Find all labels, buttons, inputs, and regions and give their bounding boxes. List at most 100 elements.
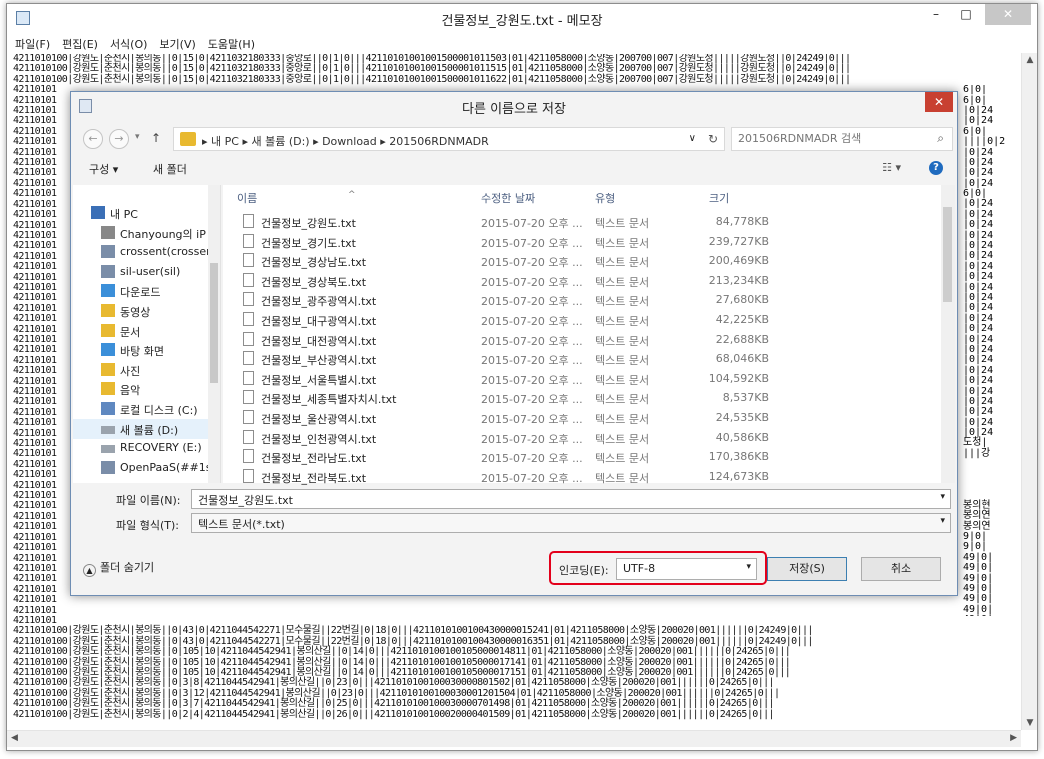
file-row[interactable]: 건물정보_울산광역시.txt 2015-07-20 오후 ... 텍스트 문서 24,… xyxy=(223,408,941,428)
file-size: 27,680KB xyxy=(715,293,769,307)
file-name[interactable]: 건물정보_전라북도.txt xyxy=(261,470,366,486)
file-row[interactable]: 건물정보_강원도.txt 2015-07-20 오후 ... 텍스트 문서 84,77… xyxy=(223,212,941,232)
up-button[interactable]: ↑ xyxy=(151,131,161,145)
nav-item[interactable]: OpenPaaS(##1s xyxy=(73,458,208,478)
nav-item[interactable]: crossent(crossen xyxy=(73,242,208,262)
nav-item[interactable]: 다운로드 xyxy=(73,281,208,301)
nav-item[interactable]: 사진 xyxy=(73,360,208,380)
file-name[interactable]: 건물정보_경상북도.txt xyxy=(261,274,366,290)
file-name[interactable]: 건물정보_부산광역시.txt xyxy=(261,352,376,368)
forward-button[interactable]: → xyxy=(109,129,129,149)
scroll-left-icon[interactable]: ◀ xyxy=(11,733,18,743)
filename-label: 파일 이름(N): xyxy=(116,494,181,507)
vertical-scrollbar[interactable]: ▲ ▼ xyxy=(1021,53,1037,730)
column-name[interactable]: 이름 xyxy=(237,190,257,206)
search-input[interactable] xyxy=(738,132,908,145)
encoding-select[interactable]: UTF-8 ▾ xyxy=(616,558,757,580)
file-name[interactable]: 건물정보_경기도.txt xyxy=(261,235,356,251)
file-date: 2015-07-20 오후 ... xyxy=(481,236,583,250)
file-name[interactable]: 건물정보_세종특별자치시.txt xyxy=(261,391,396,407)
file-name[interactable]: 건물정보_전라남도.txt xyxy=(261,450,366,466)
chevron-down-icon[interactable]: ▾ xyxy=(746,562,751,572)
nav-item[interactable]: 로컬 디스크 (C:) xyxy=(73,399,208,419)
file-row[interactable]: 건물정보_대전광역시.txt 2015-07-20 오후 ... 텍스트 문서 22,… xyxy=(223,330,941,350)
column-size[interactable]: 크기 xyxy=(709,190,729,206)
dialog-title-bar[interactable]: 다른 이름으로 저장 ✕ xyxy=(71,92,957,120)
file-name[interactable]: 건물정보_인천광역시.txt xyxy=(261,431,376,447)
file-row[interactable]: 건물정보_부산광역시.txt 2015-07-20 오후 ... 텍스트 문서 68,… xyxy=(223,349,941,369)
search-box[interactable]: ⌕ xyxy=(731,127,953,151)
file-name[interactable]: 건물정보_대구광역시.txt xyxy=(261,313,376,329)
file-name[interactable]: 건물정보_서울특별시.txt xyxy=(261,372,376,388)
hide-folders-toggle[interactable]: ▲ 폴더 숨기기 xyxy=(83,559,154,577)
device-icon xyxy=(101,225,115,239)
menu-file[interactable]: 파일(F) xyxy=(7,33,54,52)
minimize-button[interactable]: – xyxy=(923,4,949,25)
cancel-button[interactable]: 취소 xyxy=(861,557,941,581)
new-folder-button[interactable]: 새 폴더 xyxy=(153,161,187,177)
menu-view[interactable]: 보기(V) xyxy=(151,33,199,52)
nav-item[interactable]: 바탕 화면 xyxy=(73,340,208,360)
nav-item[interactable]: 동영상 xyxy=(73,301,208,321)
file-name[interactable]: 건물정보_강원도.txt xyxy=(261,215,356,231)
file-row[interactable]: 건물정보_전라남도.txt 2015-07-20 오후 ... 텍스트 문서 170,… xyxy=(223,447,941,467)
file-name[interactable]: 건물정보_경상남도.txt xyxy=(261,254,366,270)
file-row[interactable]: 건물정보_인천광역시.txt 2015-07-20 오후 ... 텍스트 문서 40,… xyxy=(223,428,941,448)
file-row[interactable]: 건물정보_대구광역시.txt 2015-07-20 오후 ... 텍스트 문서 42,… xyxy=(223,310,941,330)
chevron-down-icon[interactable]: ▾ xyxy=(940,516,945,526)
file-type: 텍스트 문서 xyxy=(595,275,650,289)
file-type: 텍스트 문서 xyxy=(595,217,650,230)
file-list-scrollbar[interactable] xyxy=(941,185,955,483)
nav-item[interactable]: 음악 xyxy=(73,379,208,399)
file-row[interactable]: 건물정보_경상남도.txt 2015-07-20 오후 ... 텍스트 문서 200,… xyxy=(223,251,941,271)
scroll-right-icon[interactable]: ▶ xyxy=(1010,733,1017,743)
file-row[interactable]: 건물정보_광주광역시.txt 2015-07-20 오후 ... 텍스트 문서 27,… xyxy=(223,290,941,310)
chevron-down-icon[interactable]: ▾ xyxy=(940,492,945,502)
nav-item-label: 문서 xyxy=(120,325,141,339)
nav-item[interactable]: 문서 xyxy=(73,321,208,341)
address-dropdown-icon[interactable]: ∨ xyxy=(689,133,696,144)
address-bar[interactable]: ▸ 내 PC ▸ 새 볼륨 (D:) ▸ Download ▸ 201506RD… xyxy=(173,127,725,151)
file-row[interactable]: 건물정보_전라북도.txt 2015-07-20 오후 ... 텍스트 문서 124,… xyxy=(223,467,941,487)
file-row[interactable]: 건물정보_경기도.txt 2015-07-20 오후 ... 텍스트 문서 239,7… xyxy=(223,232,941,252)
scroll-down-icon[interactable]: ▼ xyxy=(1022,718,1038,728)
help-icon[interactable]: ? xyxy=(929,161,943,175)
filename-field[interactable]: 건물정보_강원도.txt ▾ xyxy=(191,489,951,509)
column-type[interactable]: 유형 xyxy=(595,190,615,206)
save-button[interactable]: 저장(S) xyxy=(767,557,847,581)
nav-item[interactable]: RECOVERY (E:) xyxy=(73,438,208,458)
search-icon[interactable]: ⌕ xyxy=(937,131,944,146)
filetype-select[interactable]: 텍스트 문서(*.txt) ▾ xyxy=(191,513,951,533)
file-row[interactable]: 건물정보_서울특별시.txt 2015-07-20 오후 ... 텍스트 문서 104… xyxy=(223,369,941,389)
nav-item[interactable]: Chanyoung의 iP xyxy=(73,223,208,243)
close-button[interactable]: ✕ xyxy=(985,4,1031,25)
maximize-button[interactable]: □ xyxy=(953,4,979,25)
file-row[interactable]: 건물정보_세종특별자치시.txt 2015-07-20 오후 ... 텍스트 문서 8… xyxy=(223,388,941,408)
filename-value[interactable]: 건물정보_강원도.txt xyxy=(198,494,293,507)
file-name[interactable]: 건물정보_광주광역시.txt xyxy=(261,293,376,309)
nav-item-label: 음악 xyxy=(120,384,141,398)
back-button[interactable]: ← xyxy=(83,129,103,149)
view-options-icon[interactable]: ☷ ▾ xyxy=(882,161,901,174)
refresh-icon[interactable]: ↻ xyxy=(708,132,718,146)
dialog-close-button[interactable]: ✕ xyxy=(925,92,953,112)
file-row[interactable]: 건물정보_경상북도.txt 2015-07-20 오후 ... 텍스트 문서 213,… xyxy=(223,271,941,291)
file-name[interactable]: 건물정보_대전광역시.txt xyxy=(261,333,376,349)
column-date[interactable]: 수정한 날짜 xyxy=(481,190,535,206)
recent-dropdown-icon[interactable]: ▾ xyxy=(135,132,140,142)
file-type: 텍스트 문서 xyxy=(595,315,650,328)
scroll-up-icon[interactable]: ▲ xyxy=(1022,55,1038,65)
nav-item[interactable]: sil-user(sil) xyxy=(73,262,208,282)
nav-item[interactable]: 내 PC xyxy=(73,203,208,223)
drive-icon xyxy=(101,445,115,454)
file-name[interactable]: 건물정보_울산광역시.txt xyxy=(261,411,376,427)
nav-item[interactable]: 새 볼륨 (D:) xyxy=(73,418,208,439)
menu-format[interactable]: 서식(O) xyxy=(102,33,151,52)
breadcrumb[interactable]: ▸ 내 PC ▸ 새 볼륨 (D:) ▸ Download ▸ 201506RD… xyxy=(202,133,489,149)
menu-edit[interactable]: 편집(E) xyxy=(54,33,102,52)
menu-help[interactable]: 도움말(H) xyxy=(200,33,259,52)
title-bar[interactable]: 건물정보_강원도.txt - 메모장 – □ ✕ xyxy=(7,4,1037,33)
organize-button[interactable]: 구성 ▾ xyxy=(89,161,118,177)
horizontal-scrollbar[interactable]: ◀ ▶ xyxy=(7,730,1021,747)
nav-scrollbar[interactable] xyxy=(208,185,220,483)
